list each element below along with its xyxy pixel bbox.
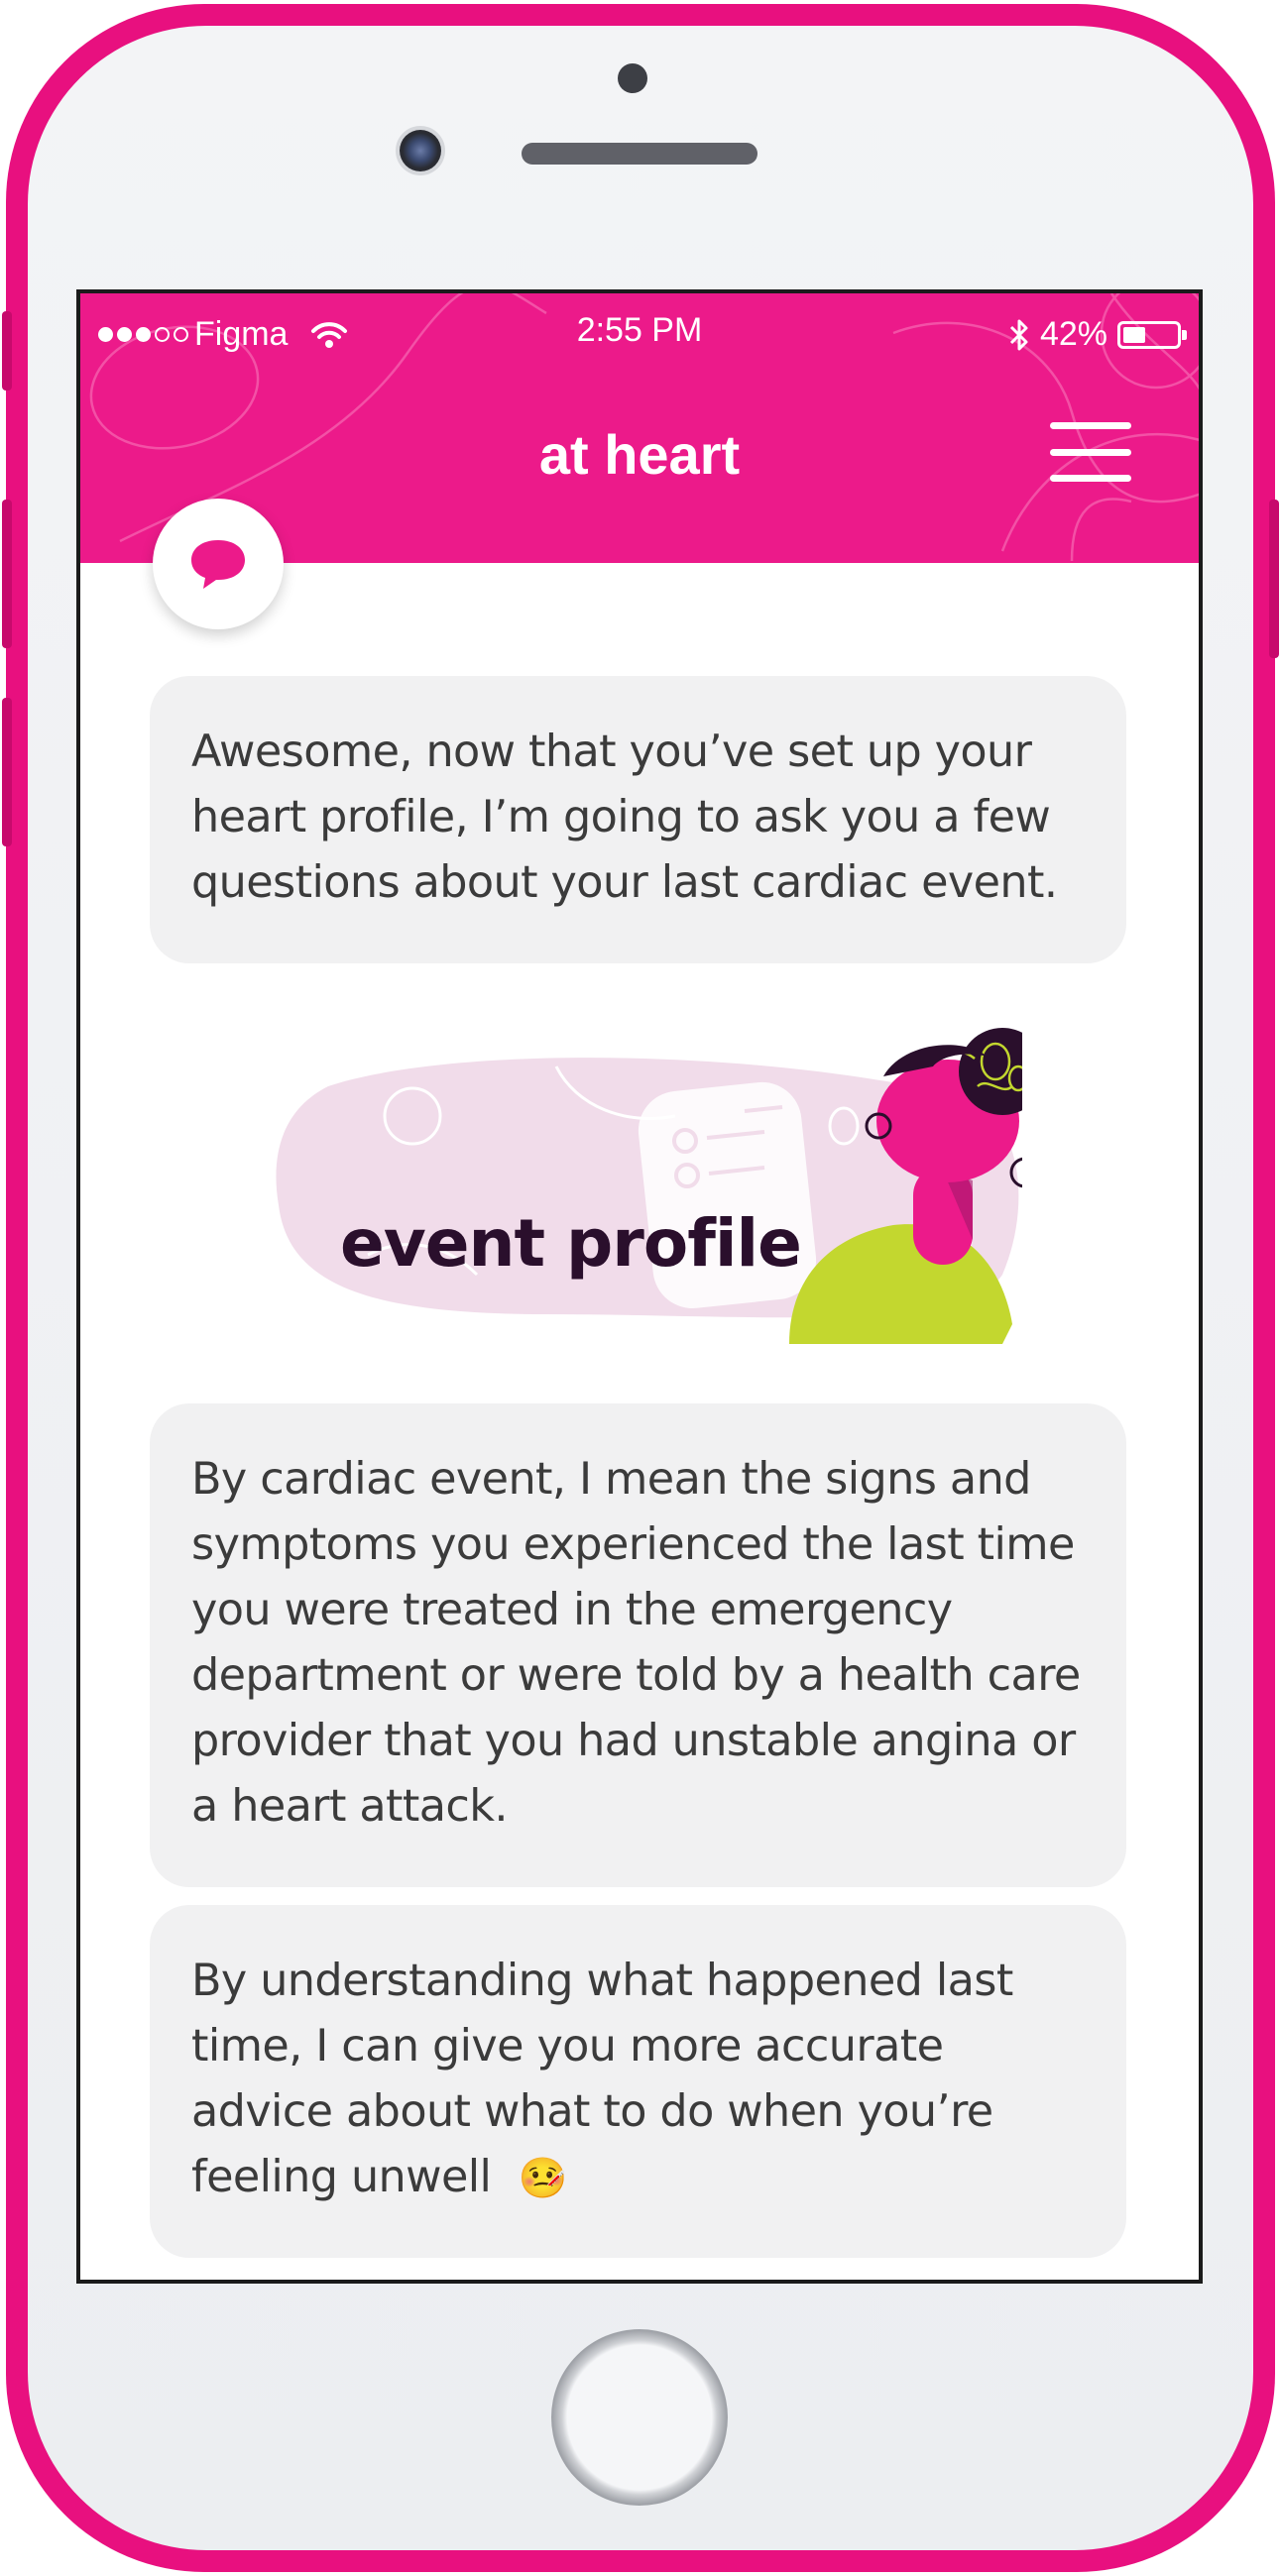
silent-switch: [2, 311, 12, 391]
app-screen: Figma 2:55 PM 42% at heart Awesome, now …: [76, 289, 1203, 2284]
menu-bar: [1050, 422, 1131, 429]
battery-percent: 42%: [1039, 315, 1107, 353]
hamburger-menu-button[interactable]: [1050, 422, 1131, 482]
message-text: Awesome, now that you’ve set up your hea…: [191, 727, 1058, 908]
chat-message: By understanding what happened last time…: [150, 1905, 1126, 2258]
event-profile-artwork: [276, 1028, 1046, 1344]
illustration-title: event profile: [340, 1205, 802, 1282]
chat-button[interactable]: [153, 499, 284, 629]
chat-message: Awesome, now that you’ve set up your hea…: [150, 676, 1126, 963]
status-right-group: 42%: [1008, 315, 1187, 354]
menu-bar: [1050, 448, 1131, 456]
chat-message: By cardiac event, I mean the signs and s…: [150, 1403, 1126, 1887]
front-camera-icon: [618, 63, 647, 93]
message-text: By cardiac event, I mean the signs and s…: [191, 1454, 1081, 1832]
battery-icon: [1117, 320, 1187, 349]
sensor-icon: [400, 130, 441, 171]
menu-bar: [1050, 475, 1131, 482]
feeling-unwell-emoji: 🤒: [518, 2156, 568, 2201]
power-button: [1269, 500, 1279, 658]
volume-up-button: [2, 500, 12, 648]
status-bar: Figma 2:55 PM 42%: [80, 307, 1199, 357]
bluetooth-icon: [1009, 319, 1028, 350]
message-text: By understanding what happened last time…: [191, 1956, 1013, 2202]
app-title: at heart: [538, 423, 741, 486]
event-profile-illustration: event profile: [249, 1007, 1046, 1344]
volume-down-button: [2, 698, 12, 846]
chat-bubble-icon: [191, 540, 245, 589]
earpiece-speaker: [522, 143, 757, 165]
home-button[interactable]: [551, 2329, 728, 2506]
